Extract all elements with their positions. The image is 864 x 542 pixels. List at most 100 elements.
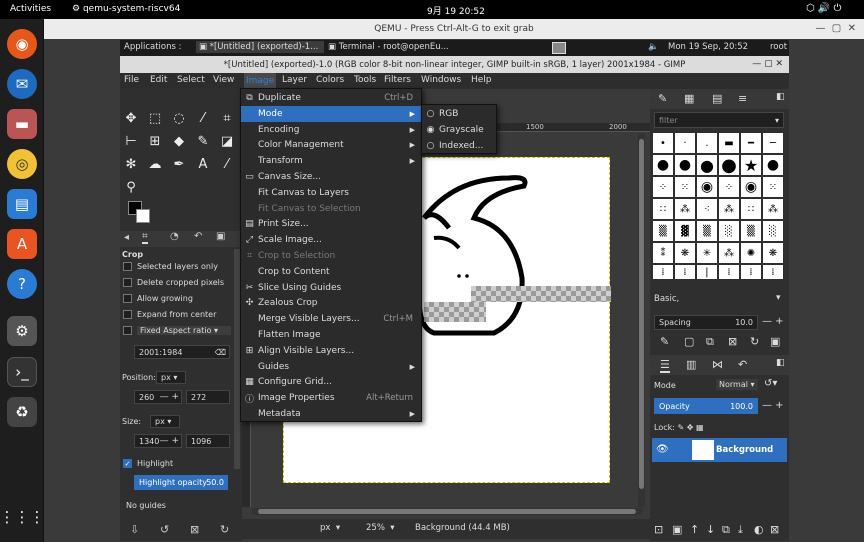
clear-icon[interactable]: ⌫ [215,348,226,357]
layer-row[interactable]: 👁 Background [652,438,787,462]
status-unit-select[interactable]: px ▾ [320,523,340,533]
taskbar-gimp[interactable]: ▣ *[Untitled] (exported)-1... [196,41,324,53]
brush-item[interactable]: ⁂ [763,199,783,219]
radio-icon[interactable]: ○ [425,109,436,119]
layers-tab-icon[interactable]: ☰ [660,358,670,373]
layers-menu-icon[interactable]: ◧ [776,358,785,368]
new-brush-icon[interactable]: ▢ [684,335,694,348]
path-icon[interactable]: ✒ [170,155,188,173]
window-controls[interactable]: — ▢ ✕ [815,23,856,34]
patterns-tab-icon[interactable]: ▦ [684,92,694,105]
brush-as-image-icon[interactable]: ▣ [770,335,780,348]
brush-item[interactable]: ─ [763,133,783,153]
brush-item[interactable]: ❘ [697,265,717,279]
image-menu-scale-image[interactable]: ⤢ Scale Image... [241,232,421,248]
brush-item[interactable]: ⁞ [675,265,695,279]
image-menu-mode[interactable]: Mode ▶ [241,105,421,122]
brush-item[interactable]: ⁞ [719,265,739,279]
selected-layers-only-option[interactable]: Selected layers only [123,262,218,271]
menu-select[interactable]: Select [177,75,205,85]
delete-cropped-option[interactable]: Delete cropped pixels [123,278,224,287]
menu-view[interactable]: View [213,75,234,85]
tab-tool-options-icon[interactable]: ⌗ [142,231,148,244]
image-menu-print-size[interactable]: ▤ Print Size... [241,216,421,232]
show-apps-icon[interactable]: ⋮⋮⋮ [0,502,45,532]
menu-edit[interactable]: Edit [150,75,167,85]
brush-item[interactable]: ▓ [675,221,695,241]
image-menu-canvas-size[interactable]: ▭ Canvas Size... [241,169,421,185]
spacing-stepper[interactable]: — + [762,316,784,327]
brush-item[interactable]: ★ [741,155,761,175]
paths-tab-icon[interactable]: ⋈ [712,358,723,371]
image-menu-align-visible-layers[interactable]: ⊞ Align Visible Layers... [241,343,421,359]
vertical-scrollbar[interactable] [638,133,645,507]
gimp-window-controls[interactable]: — ▢ ✕ [752,59,783,69]
brush-item[interactable]: ⁘ [653,177,673,197]
brush-item[interactable]: ▒ [741,221,761,241]
horizontal-scrollbar[interactable] [252,508,642,515]
brush-item[interactable]: ● [719,155,739,176]
status-zoom-select[interactable]: 25% ▾ [366,523,395,533]
tab-device-icon[interactable]: ◔ [170,231,179,242]
brush-item[interactable]: ⁂ [719,243,739,263]
lock-pixels-icon[interactable]: ✎ [677,423,684,432]
image-menu-color-management[interactable]: Color Management ▶ [241,137,421,153]
brush-item[interactable]: ❋ [763,243,783,263]
new-group-icon[interactable]: ▣ [672,523,682,536]
save-options-icon[interactable]: ⇩ [130,523,139,536]
spacing-slider[interactable]: Spacing 10.0 [654,315,758,330]
mode-grayscale[interactable]: ◉ Grayscale [422,122,496,138]
size-unit-select[interactable]: px ▾ [150,415,180,428]
brush-item[interactable]: • [653,133,673,153]
fill-icon[interactable]: ◆ [170,132,188,150]
image-menu-metadata[interactable]: Metadata ▶ [241,406,421,422]
brush-item[interactable]: ⁙ [675,177,695,197]
mode-indexed[interactable]: ○ Indexed... [422,138,496,154]
settings-icon[interactable]: ⚙ [7,316,37,346]
move-tool-icon[interactable]: ✥ [122,109,140,127]
allow-growing-option[interactable]: Allow growing [123,294,193,303]
aspect-ratio-field[interactable]: 2001:1984 ⌫ [134,345,230,359]
files-icon[interactable]: ▬ [7,109,37,139]
brush-item[interactable]: ● [675,155,695,175]
menu-colors[interactable]: Colors [316,75,344,85]
gradients-tab-icon[interactable]: ≡ [738,92,747,105]
reset-options-icon[interactable]: ↻ [220,523,229,536]
opacity-stepper[interactable]: — + [762,400,784,411]
rhythmbox-icon[interactable]: ◎ [7,149,37,179]
brush-item[interactable]: ● [697,155,717,175]
fixed-aspect-select[interactable]: Fixed Aspect ratio ▾ [137,326,231,335]
highlight-checkbox[interactable]: ✓ [123,459,132,468]
brushes-tab-icon[interactable]: ✎ [658,92,667,105]
image-menu-crop-to-content[interactable]: Crop to Content [241,264,421,280]
highlight-opacity-slider[interactable]: Highlight opacity 50.0 [134,475,228,490]
tab-left-icon[interactable]: ◂ [124,232,129,243]
panel-datetime[interactable]: Mon 19 Sep, 20:52 [668,42,748,52]
menu-image[interactable]: Image [244,73,277,89]
brush-item[interactable]: ✳ [697,243,717,263]
applications-menu[interactable]: Applications : [124,42,182,52]
image-menu-guides[interactable]: Guides ▶ [241,359,421,375]
thunderbird-icon[interactable]: ✉ [7,69,37,99]
text-tool-icon[interactable]: A [194,155,212,173]
horizontal-scroll-thumb[interactable] [258,509,636,514]
raise-layer-icon[interactable]: ↑ [690,523,699,536]
filter-chevron-icon[interactable]: ▾ [775,116,779,125]
image-menu-configure-grid[interactable]: ▦ Configure Grid... [241,374,421,390]
clone-icon[interactable]: ✻ [122,155,140,173]
brush-item[interactable]: ∷ [741,199,761,219]
picker-icon[interactable]: ⁄ [218,155,236,173]
bg-color-swatch[interactable] [136,209,150,223]
lock-alpha-icon[interactable]: ▦ [696,423,704,432]
size-h-field[interactable]: 1096 [186,434,230,448]
mask-layer-icon[interactable]: ◐ [754,523,764,536]
image-menu-zealous-crop[interactable]: ✣ Zealous Crop [241,295,421,311]
brush-item[interactable]: . [697,133,717,153]
image-menu-encoding[interactable]: Encoding ▶ [241,122,421,138]
brush-item[interactable]: ⁘ [719,177,739,197]
brush-item[interactable]: ⁞ [653,265,673,279]
image-menu-flatten-image[interactable]: Flatten Image [241,327,421,343]
paint-icon[interactable]: ✎ [194,132,212,150]
brush-item[interactable]: ▒ [653,221,673,241]
trash-icon[interactable]: ♻ [7,397,37,427]
